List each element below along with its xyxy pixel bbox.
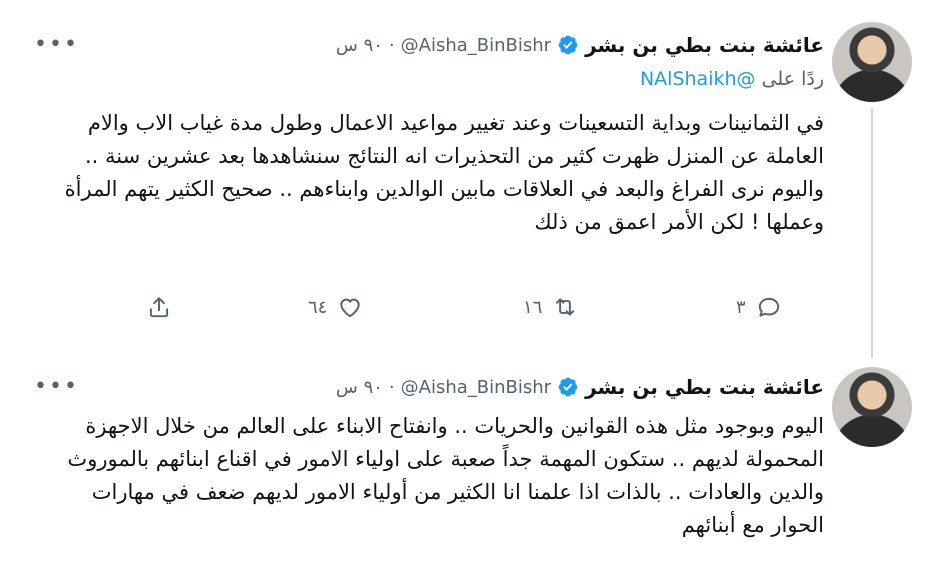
separator-dot: ·: [388, 376, 395, 398]
retweet-count: ١٦: [523, 296, 543, 318]
tweet-actions: ٣ ١٦ ٦٤: [140, 294, 820, 324]
author-name[interactable]: عائشة بنت بطي بن بشر: [585, 375, 824, 399]
tweet-time[interactable]: ٩٠ س: [336, 377, 383, 398]
separator-dot: ·: [388, 34, 395, 56]
tweet-2[interactable]: عائشة بنت بطي بن بشر @Aisha_BinBishr · ٩…: [0, 355, 932, 563]
verified-badge-icon: [558, 35, 578, 55]
tweet-time[interactable]: ٩٠ س: [336, 35, 383, 56]
retweet-icon: [556, 298, 575, 316]
tweet-text: في الثمانينات وبداية التسعينات وعند تغيي…: [64, 111, 824, 234]
tweet-1[interactable]: عائشة بنت بطي بن بشر @Aisha_BinBishr · ٩…: [0, 0, 932, 358]
tweet-text: اليوم وبوجود مثل هذه القوانين والحريات .…: [67, 414, 824, 537]
author-handle[interactable]: @Aisha_BinBishr: [401, 377, 551, 398]
reply-icon: [758, 297, 779, 317]
author-name[interactable]: عائشة بنت بطي بن بشر: [585, 33, 824, 57]
share-icon: [149, 297, 169, 318]
author-handle[interactable]: @Aisha_BinBishr: [401, 35, 551, 56]
share-button[interactable]: [146, 294, 172, 320]
heart-icon: [340, 298, 360, 318]
reply-prefix: ردًا على: [761, 68, 824, 90]
like-button[interactable]: ٦٤: [308, 294, 363, 320]
thread-line: [871, 108, 873, 358]
reply-mention-link[interactable]: @NAlShaikh: [640, 68, 756, 90]
reply-button[interactable]: ٣: [736, 294, 782, 320]
like-count: ٦٤: [308, 296, 328, 318]
more-options-icon[interactable]: •••: [34, 34, 79, 56]
verified-badge-icon: [558, 377, 578, 397]
reply-count: ٣: [736, 296, 746, 318]
reply-to-line: ردًا على @NAlShaikh: [640, 68, 824, 90]
tweet-header: عائشة بنت بطي بن بشر @Aisha_BinBishr · ٩…: [336, 372, 824, 402]
avatar[interactable]: [832, 22, 912, 102]
avatar[interactable]: [832, 367, 912, 447]
more-options-icon[interactable]: •••: [34, 376, 79, 398]
tweet-header: عائشة بنت بطي بن بشر @Aisha_BinBishr · ٩…: [336, 30, 824, 60]
retweet-button[interactable]: ١٦: [523, 294, 578, 320]
